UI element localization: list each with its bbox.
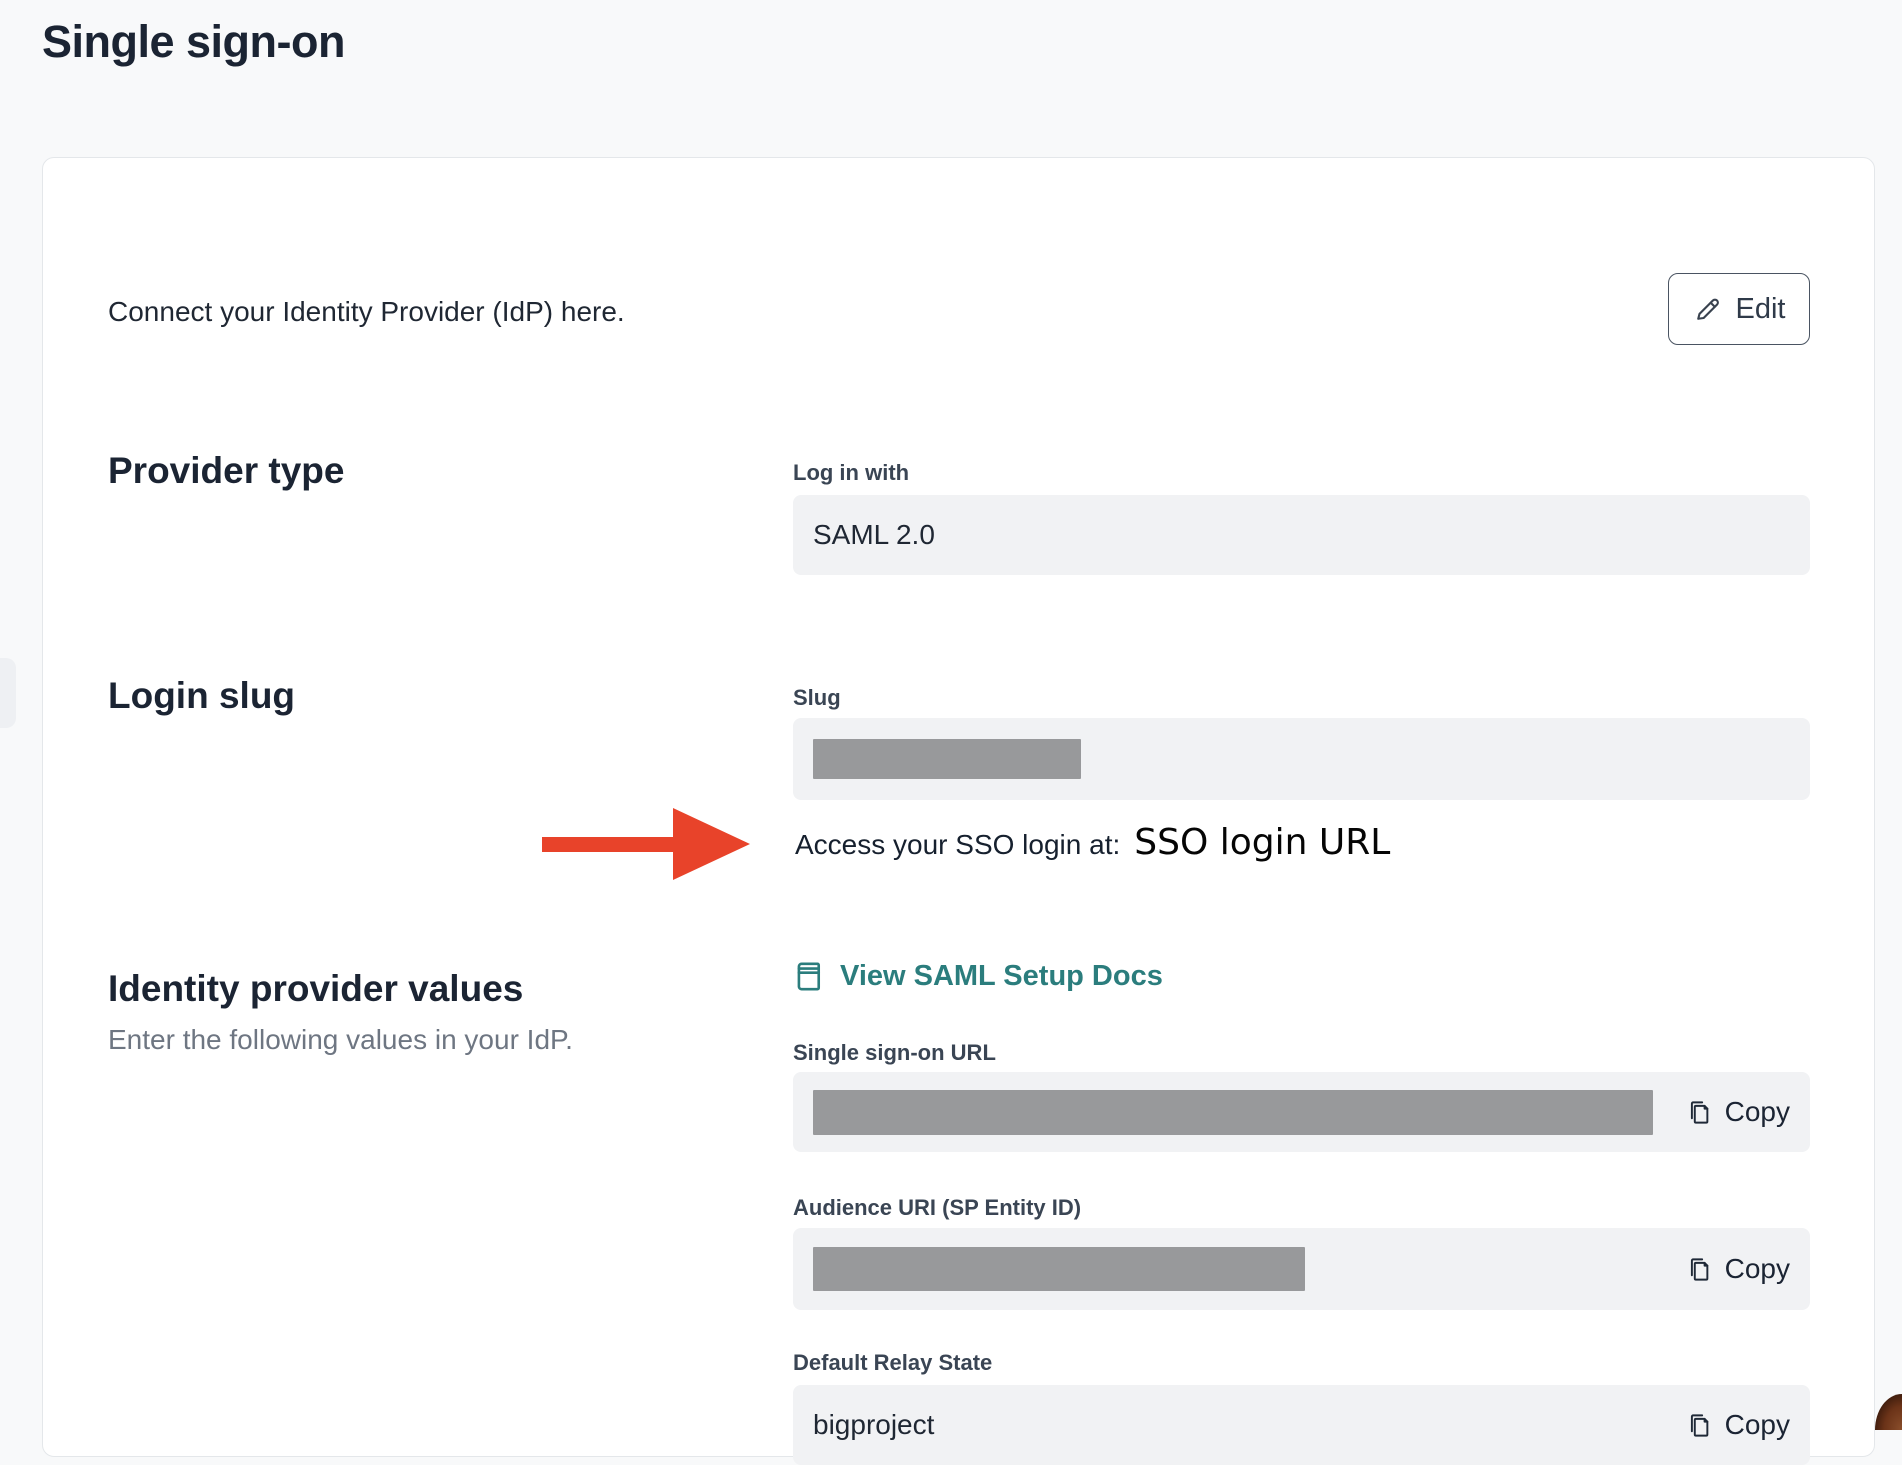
copy-icon — [1685, 1255, 1714, 1284]
slug-label: Slug — [793, 685, 841, 711]
docs-link-label: View SAML Setup Docs — [840, 960, 1163, 993]
provider-type-field: SAML 2.0 — [793, 495, 1810, 575]
copy-button[interactable]: Copy — [1685, 1409, 1790, 1441]
default-relay-state-value: bigproject — [813, 1409, 934, 1441]
redacted-value — [813, 739, 1081, 779]
audience-uri-field: Copy — [793, 1228, 1810, 1310]
single-sign-on-url-label: Single sign-on URL — [793, 1040, 996, 1066]
identity-provider-values-heading: Identity provider values — [108, 968, 523, 1010]
page-title: Single sign-on — [42, 16, 345, 68]
log-in-with-label: Log in with — [793, 460, 909, 486]
redacted-value — [813, 1090, 1653, 1135]
copy-button[interactable]: Copy — [1685, 1253, 1790, 1285]
view-saml-setup-docs-link[interactable]: View SAML Setup Docs — [793, 960, 1163, 993]
copy-icon — [1685, 1411, 1714, 1440]
drawer-handle — [0, 658, 16, 728]
provider-type-heading: Provider type — [108, 450, 344, 492]
default-relay-state-field: bigproject Copy — [793, 1385, 1810, 1465]
slug-field — [793, 718, 1810, 800]
sso-login-url-annotation: SSO login URL — [1134, 822, 1390, 863]
book-icon — [793, 960, 826, 993]
audience-uri-label: Audience URI (SP Entity ID) — [793, 1195, 1081, 1221]
sso-access-line: Access your SSO login at: SSO login URL — [795, 822, 1390, 863]
edit-button-label: Edit — [1736, 293, 1786, 326]
identity-provider-values-subheading: Enter the following values in your IdP. — [108, 1024, 573, 1056]
copy-button[interactable]: Copy — [1685, 1096, 1790, 1128]
login-slug-heading: Login slug — [108, 675, 295, 717]
redacted-value — [813, 1247, 1305, 1291]
sso-access-prefix: Access your SSO login at: — [795, 829, 1120, 861]
provider-type-value: SAML 2.0 — [813, 519, 935, 551]
pencil-icon — [1693, 294, 1723, 324]
corner-artifact — [1875, 1394, 1902, 1430]
copy-button-label: Copy — [1725, 1409, 1790, 1441]
default-relay-state-label: Default Relay State — [793, 1350, 992, 1376]
copy-button-label: Copy — [1725, 1096, 1790, 1128]
edit-button[interactable]: Edit — [1668, 273, 1810, 345]
annotation-arrow-icon — [542, 806, 750, 887]
intro-text: Connect your Identity Provider (IdP) her… — [108, 296, 625, 328]
copy-icon — [1685, 1098, 1714, 1127]
single-sign-on-url-field: Copy — [793, 1072, 1810, 1152]
copy-button-label: Copy — [1725, 1253, 1790, 1285]
